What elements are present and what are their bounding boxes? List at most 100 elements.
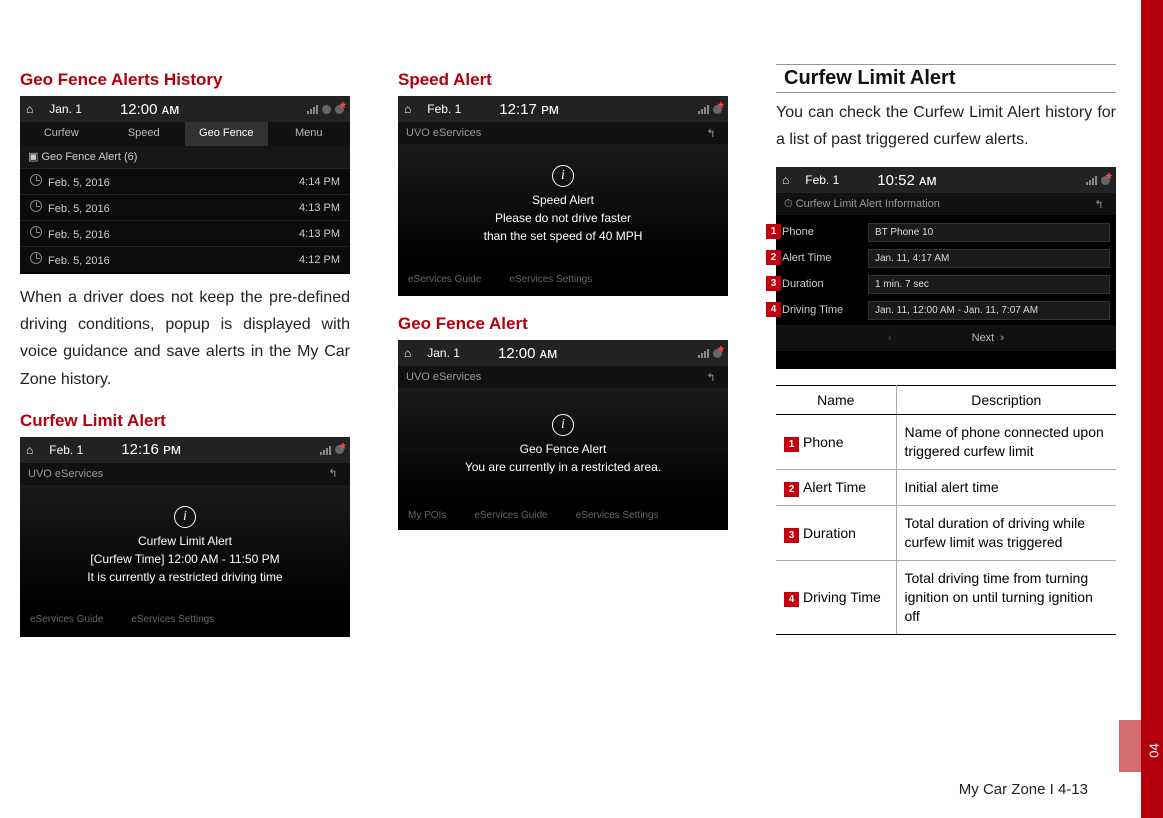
signal-icon: [307, 104, 318, 114]
tab-eservices-settings[interactable]: eServices Settings: [576, 510, 659, 521]
alert-body: i Speed Alert Please do not drive faster…: [398, 144, 728, 264]
screenshot-speed-alert: * ⌂ Feb. 1 12:17 ᴘᴍ UVO eServices ↰ i Sp…: [398, 96, 728, 296]
screenshot-geo-fence-alert: * ⌂ Jan. 1 12:00 ᴀᴍ UVO eServices ↰ i Ge…: [398, 340, 728, 530]
info-label: Alert Time: [782, 252, 862, 264]
heading-geo-fence-history: Geo Fence Alerts History: [20, 70, 350, 90]
history-row[interactable]: Feb. 5, 20164:13 PM: [20, 194, 350, 220]
alert-line-1: You are currently in a restricted area.: [465, 460, 661, 474]
num-badge: 3: [784, 528, 799, 543]
home-icon[interactable]: ⌂: [26, 102, 33, 116]
cell-description: Initial alert time: [896, 470, 1116, 506]
heading-curfew-limit-alert-popup: Curfew Limit Alert: [20, 411, 350, 431]
tab-eservices-settings[interactable]: eServices Settings: [131, 614, 214, 625]
back-icon[interactable]: ↰: [702, 126, 720, 140]
history-tabs: Curfew Speed Geo Fence Menu: [20, 122, 350, 146]
signal-icon: [698, 348, 709, 358]
status-time: 12:17 ᴘᴍ: [499, 101, 559, 118]
breadcrumb-bar: UVO eServices ↰: [20, 463, 350, 485]
home-icon[interactable]: ⌂: [404, 102, 411, 116]
home-icon[interactable]: ⌂: [404, 346, 411, 360]
cell-name: 1Phone: [776, 415, 896, 470]
alert-title: Speed Alert: [532, 193, 594, 207]
alert-line-1: [Curfew Time] 12:00 AM - 11:50 PM: [90, 552, 279, 566]
status-date: Feb. 1: [49, 443, 83, 457]
info-row: 3Duration1 min. 7 sec: [776, 271, 1116, 297]
back-icon[interactable]: ↰: [702, 370, 720, 384]
asterisk-icon: *: [718, 344, 724, 362]
info-icon: i: [552, 414, 574, 436]
tab-menu[interactable]: Menu: [268, 122, 351, 146]
num-badge: 2: [784, 482, 799, 497]
history-list-title: ▣ Geo Fence Alert (6): [20, 146, 350, 168]
screenshot-curfew-info: * ⌂ Feb. 1 10:52 ᴀᴍ ⏱ Curfew Limit Alert…: [776, 167, 1116, 369]
alert-title: Curfew Limit Alert: [138, 534, 232, 548]
callout-badge: 3: [766, 276, 781, 291]
status-time: 12:16 ᴘᴍ: [121, 441, 181, 458]
tab-eservices-guide[interactable]: eServices Guide: [408, 274, 481, 285]
asterisk-icon: *: [1106, 171, 1112, 189]
side-accent-tab: [1119, 720, 1141, 772]
alert-line-2: It is currently a restricted driving tim…: [87, 570, 282, 584]
status-date: Feb. 1: [805, 173, 839, 187]
page-footer: My Car Zone I 4-13: [0, 781, 1100, 798]
callout-badge: 1: [766, 224, 781, 239]
column-1: Geo Fence Alerts History * ⌂ Jan. 1 12:0…: [20, 64, 350, 637]
tab-eservices-guide[interactable]: eServices Guide: [30, 614, 103, 625]
bottom-tabs: eServices Guide eServices Settings: [398, 264, 728, 294]
info-row: 2Alert TimeJan. 11, 4:17 AM: [776, 245, 1116, 271]
paragraph-curfew-history: You can check the Curfew Limit Alert his…: [776, 99, 1116, 153]
tab-my-pois[interactable]: My POIs: [408, 510, 446, 521]
history-row[interactable]: Feb. 5, 20164:14 PM: [20, 168, 350, 194]
screenshot-geo-fence-history: * ⌂ Jan. 1 12:00 ᴀᴍ Curfew Speed Geo Fen…: [20, 96, 350, 274]
back-icon[interactable]: ↰: [324, 467, 342, 481]
clock-icon: [30, 252, 42, 264]
description-table: Name Description 1PhoneName of phone con…: [776, 385, 1116, 634]
callout-badge: 2: [766, 250, 781, 265]
alert-line-2: than the set speed of 40 MPH: [484, 229, 643, 243]
info-label: Phone: [782, 226, 862, 238]
status-date: Jan. 1: [427, 346, 460, 360]
clock-icon: [30, 200, 42, 212]
cell-name: 4Driving Time: [776, 561, 896, 635]
cell-description: Total driving time from turning ignition…: [896, 561, 1116, 635]
table-row: 1PhoneName of phone connected upon trigg…: [776, 415, 1116, 470]
status-bar: ⌂ Jan. 1 12:00 ᴀᴍ: [20, 96, 350, 122]
table-row: 2Alert TimeInitial alert time: [776, 470, 1116, 506]
breadcrumb-bar: UVO eServices ↰: [398, 122, 728, 144]
num-badge: 4: [784, 592, 799, 607]
status-time: 10:52 ᴀᴍ: [877, 172, 936, 189]
heading-geo-fence-alert: Geo Fence Alert: [398, 314, 728, 334]
status-bar: ⌂ Feb. 1 10:52 ᴀᴍ: [776, 167, 1116, 193]
column-3: Curfew Limit Alert You can check the Cur…: [776, 64, 1116, 637]
tab-speed[interactable]: Speed: [103, 122, 186, 146]
signal-icon: [320, 445, 331, 455]
heading-curfew-limit-alert: Curfew Limit Alert: [776, 64, 1116, 93]
back-icon[interactable]: ↰: [1090, 197, 1108, 211]
history-row[interactable]: Feb. 5, 20164:12 PM: [20, 246, 350, 272]
status-bar: ⌂ Feb. 1 12:17 ᴘᴍ: [398, 96, 728, 122]
tab-geo-fence[interactable]: Geo Fence: [185, 122, 268, 146]
column-2: Speed Alert * ⌂ Feb. 1 12:17 ᴘᴍ UVO eSer…: [398, 64, 728, 637]
history-row[interactable]: Feb. 5, 20164:13 PM: [20, 220, 350, 246]
tab-eservices-settings[interactable]: eServices Settings: [509, 274, 592, 285]
table-head-name: Name: [776, 386, 896, 415]
signal-icon: [698, 104, 709, 114]
tab-eservices-guide[interactable]: eServices Guide: [474, 510, 547, 521]
status-time: 12:00 ᴀᴍ: [120, 101, 179, 118]
home-icon[interactable]: ⌂: [26, 443, 33, 457]
status-time: 12:00 ᴀᴍ: [498, 345, 557, 362]
breadcrumb-bar: UVO eServices ↰: [398, 366, 728, 388]
cell-description: Total duration of driving while curfew l…: [896, 506, 1116, 561]
service-label: UVO eServices: [406, 371, 481, 383]
callout-badge: 4: [766, 302, 781, 317]
prev-icon[interactable]: ‹: [888, 332, 892, 344]
info-value: 1 min. 7 sec: [868, 275, 1110, 294]
status-bar: ⌂ Feb. 1 12:16 ᴘᴍ: [20, 437, 350, 463]
tab-curfew[interactable]: Curfew: [20, 122, 103, 146]
asterisk-icon: *: [718, 100, 724, 118]
home-icon[interactable]: ⌂: [782, 173, 789, 187]
info-label: Duration: [782, 278, 862, 290]
next-button[interactable]: Next ›: [972, 332, 1004, 344]
bottom-tabs: My POIs eServices Guide eServices Settin…: [398, 500, 728, 530]
chapter-number: 04: [1146, 743, 1161, 757]
